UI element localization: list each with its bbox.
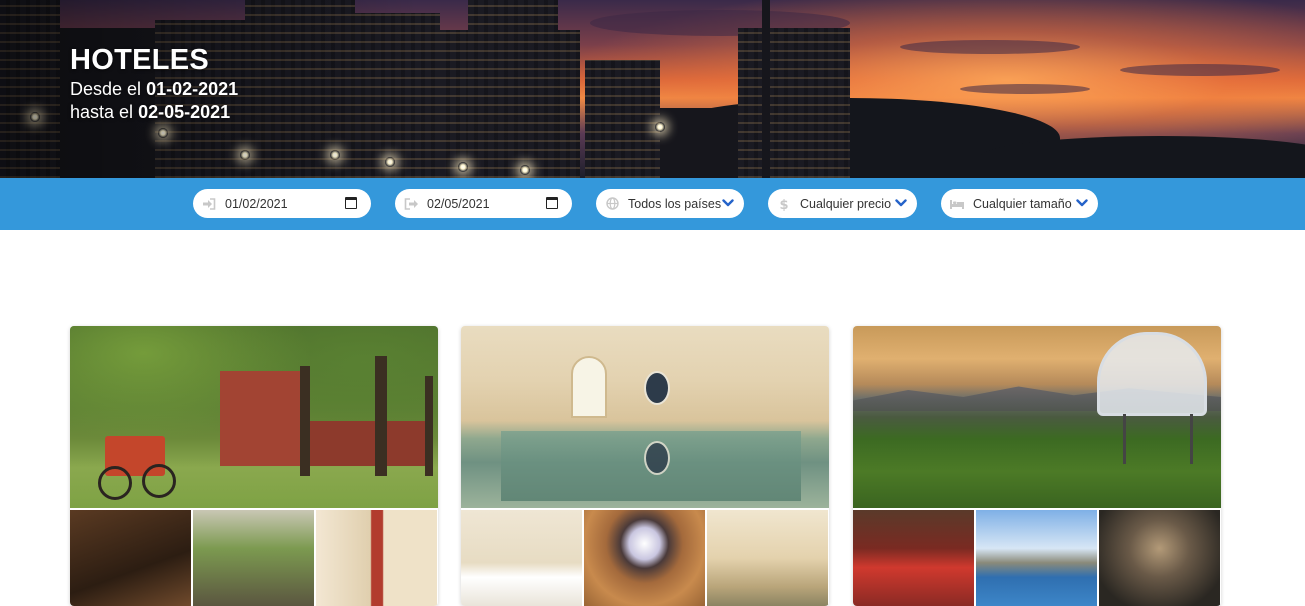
svg-text:$: $	[779, 198, 788, 211]
tree-trunk	[425, 376, 433, 476]
bed-icon	[949, 196, 965, 212]
hotel-thumbnail[interactable]	[461, 510, 582, 606]
hotel-main-photo[interactable]	[853, 326, 1221, 508]
date-from-line: Desde el 01-02-2021	[70, 78, 238, 101]
chevron-down-icon	[1076, 199, 1088, 207]
street-light	[458, 162, 468, 172]
glass-pod-shape	[1097, 332, 1207, 416]
date-from-prefix: Desde el	[70, 79, 142, 99]
oval-reflection-shape	[644, 441, 670, 475]
house-shape	[300, 421, 430, 466]
filter-bar: 01/02/2021 02/05/2021 Todos los países $…	[0, 178, 1305, 230]
hero-text: HOTELES Desde el 01-02-2021 hasta el 02-…	[70, 42, 238, 124]
price-select-value: Cualquier precio	[800, 196, 892, 211]
sign-out-icon	[403, 196, 419, 212]
country-select[interactable]: Todos los países	[596, 189, 744, 218]
globe-icon	[604, 196, 620, 212]
cloud	[900, 40, 1080, 54]
window-shape	[571, 356, 607, 418]
hotel-thumbnail[interactable]	[193, 510, 314, 606]
check-in-date-value: 01/02/2021	[225, 196, 288, 211]
date-to-line: hasta el 02-05-2021	[70, 101, 238, 124]
building	[660, 108, 740, 178]
hotel-thumbnail[interactable]	[70, 510, 191, 606]
building	[738, 28, 850, 178]
calendar-icon[interactable]	[546, 197, 558, 209]
country-select-value: Todos los países	[628, 196, 722, 211]
hill	[980, 136, 1305, 178]
carriage-wheel	[98, 466, 132, 500]
hero-banner: HOTELES Desde el 01-02-2021 hasta el 02-…	[0, 0, 1305, 178]
street-light	[655, 122, 665, 132]
house-shape	[220, 371, 300, 466]
hotel-card[interactable]	[461, 326, 829, 606]
hotel-thumbnail[interactable]	[584, 510, 705, 606]
hotel-card[interactable]	[70, 326, 438, 606]
page-title: HOTELES	[70, 44, 210, 76]
dollar-icon: $	[776, 196, 792, 212]
calendar-icon[interactable]	[345, 197, 357, 209]
sign-in-icon	[201, 196, 217, 212]
carriage-wheel	[142, 464, 176, 498]
hotel-thumbnail[interactable]	[707, 510, 828, 606]
price-select[interactable]: $ Cualquier precio	[768, 189, 917, 218]
size-select[interactable]: Cualquier tamaño	[941, 189, 1098, 218]
hotel-thumbnail[interactable]	[976, 510, 1097, 606]
hotel-thumbnail[interactable]	[316, 510, 437, 606]
oval-window-shape	[644, 371, 670, 405]
check-out-date-value: 02/05/2021	[427, 196, 490, 211]
check-in-date-input[interactable]: 01/02/2021	[193, 189, 371, 218]
date-from-value: 01-02-2021	[146, 79, 239, 99]
date-to-prefix: hasta el	[70, 102, 134, 122]
size-select-value: Cualquier tamaño	[973, 196, 1072, 211]
chevron-down-icon	[895, 199, 907, 207]
tree-trunk	[300, 366, 310, 476]
cloud	[960, 84, 1090, 94]
hotel-thumbnail[interactable]	[853, 510, 974, 606]
street-light	[520, 165, 530, 175]
cloud	[1120, 64, 1280, 76]
date-to-value: 02-05-2021	[138, 102, 231, 122]
antenna	[762, 0, 770, 178]
chevron-down-icon	[722, 199, 734, 207]
hotel-card[interactable]	[853, 326, 1221, 606]
stair-shape	[1123, 414, 1193, 464]
check-out-date-input[interactable]: 02/05/2021	[395, 189, 572, 218]
hotel-main-photo[interactable]	[461, 326, 829, 508]
building	[585, 60, 660, 178]
building	[468, 0, 558, 178]
hotel-main-photo[interactable]	[70, 326, 438, 508]
tree-trunk	[375, 356, 387, 476]
hotel-thumbnail[interactable]	[1099, 510, 1220, 606]
